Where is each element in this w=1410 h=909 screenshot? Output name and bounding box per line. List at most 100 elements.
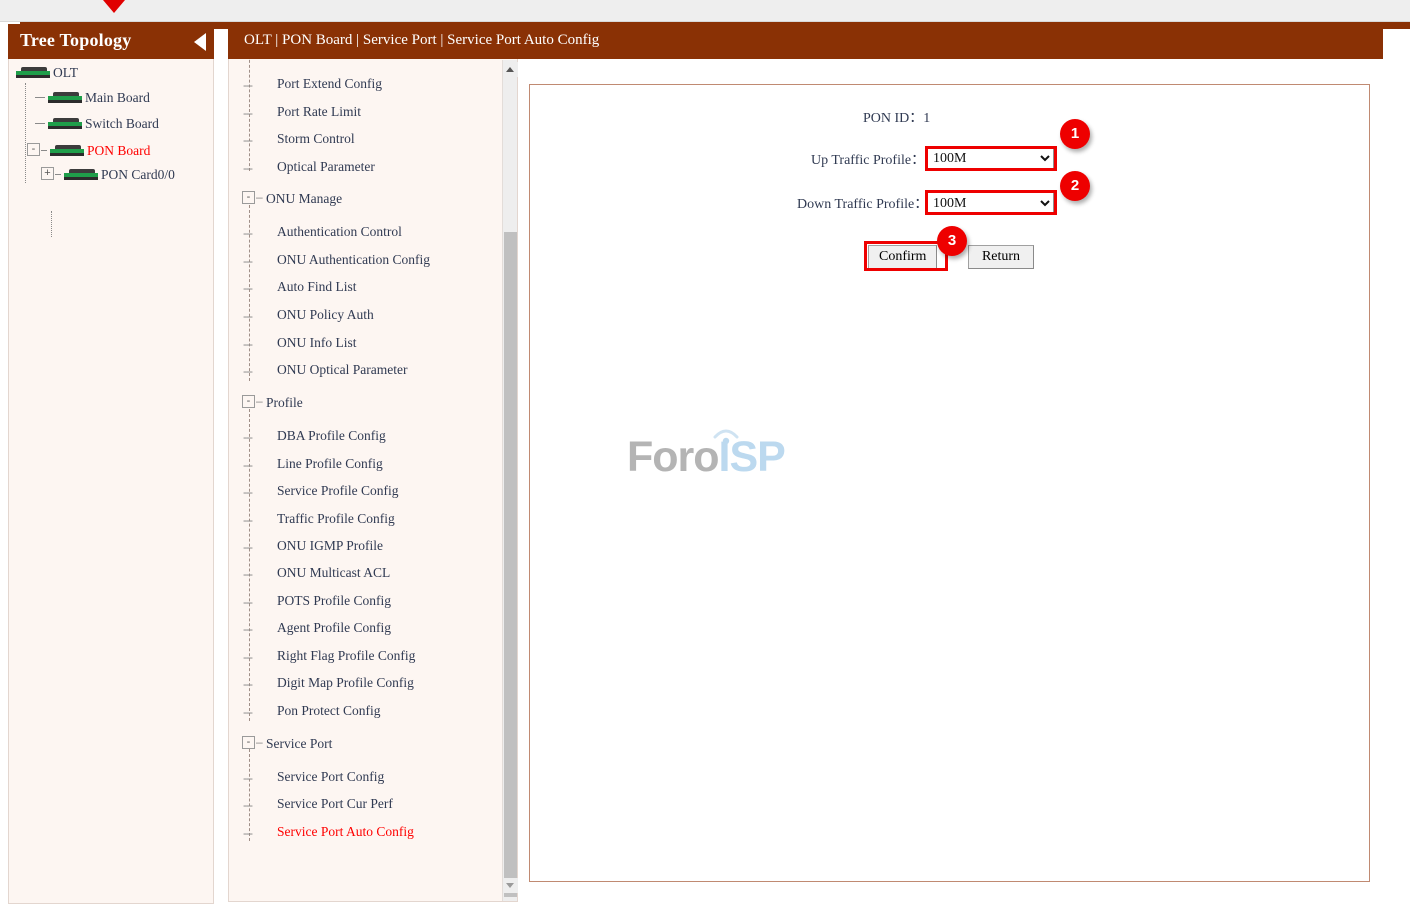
menu-item-service-port-config[interactable]: Service Port Config (277, 769, 384, 785)
menu-item-onu-igmp-profile[interactable]: ONU IGMP Profile (277, 538, 383, 554)
menu-branch-icon: --- (243, 281, 253, 295)
device-icon (47, 92, 83, 103)
menu-branch-icon: --- (243, 622, 253, 636)
content-panel: PON ID：1 Up Traffic Profile： 100M Down T… (529, 84, 1370, 882)
tree-toggle-pon-board[interactable]: - (27, 143, 40, 156)
menu-branch-icon: --- (243, 254, 253, 268)
pon-id-separator: ： (909, 111, 924, 126)
menu-toggle-profile[interactable]: - (242, 395, 255, 408)
menu-item-right-flag-profile-config[interactable]: Right Flag Profile Config (277, 648, 415, 664)
tree-node-label: Switch Board (85, 116, 159, 131)
menu-branch-icon: --- (243, 705, 253, 719)
menu-branch-icon: --- (243, 513, 253, 527)
menu-item-optical-parameter[interactable]: Optical Parameter (277, 159, 375, 175)
device-icon (15, 67, 51, 78)
menu-item-dba-profile-config[interactable]: DBA Profile Config (277, 428, 386, 444)
menu-branch-icon: --- (243, 161, 253, 175)
menu-item-storm-control[interactable]: Storm Control (277, 131, 355, 147)
menu-item-port-rate-limit[interactable]: Port Rate Limit (277, 104, 361, 120)
menu-item-line-profile-config[interactable]: Line Profile Config (277, 456, 383, 472)
menu-item-auto-find-list[interactable]: Auto Find List (277, 279, 357, 295)
tree-toggle-pon-card[interactable]: + (41, 167, 54, 180)
menu-item-service-port-cur-perf[interactable]: Service Port Cur Perf (277, 796, 393, 812)
triangle-up-icon (506, 67, 514, 72)
tree-node-label: PON Card0/0 (101, 167, 175, 182)
top-strip (0, 0, 1410, 22)
tree-topology-panel: Tree Topology OLT Main Board Switch Boar… (8, 24, 214, 904)
menu-branch-icon: --- (243, 567, 253, 581)
menu-branch-icon: --- (243, 133, 253, 147)
menu-toggle-service-port[interactable]: - (242, 736, 255, 749)
navigation-menu: --- Port Extend Config --- Port Rate Lim… (228, 59, 518, 902)
menu-group-service-port[interactable]: Service Port (266, 736, 332, 752)
breadcrumb-bar: OLT | PON Board | Service Port | Service… (228, 24, 1383, 59)
menu-branch-icon: --- (243, 226, 253, 240)
scroll-up-button[interactable] (503, 62, 518, 77)
tree-connector (25, 83, 26, 183)
menu-group-onu-manage[interactable]: ONU Manage (266, 191, 342, 207)
menu-branch-icon: --- (243, 826, 253, 840)
menu-item-onu-policy-auth[interactable]: ONU Policy Auth (277, 307, 374, 323)
up-traffic-profile-select[interactable]: 100M (926, 147, 1054, 169)
menu-item-digit-map-profile-config[interactable]: Digit Map Profile Config (277, 675, 414, 691)
triangle-left-icon[interactable] (194, 33, 206, 51)
menu-scrollbar[interactable] (502, 60, 518, 901)
menu-branch-icon: --- (243, 595, 253, 609)
menu-branch-icon: --- (243, 485, 253, 499)
down-traffic-profile-select[interactable]: 100M (926, 192, 1054, 214)
pon-id-label: PON ID (863, 111, 910, 126)
confirm-button[interactable]: Confirm (868, 245, 938, 269)
tree-node-label: OLT (53, 65, 79, 80)
menu-branch-icon: --- (243, 458, 253, 472)
device-icon (47, 118, 83, 129)
watermark-text-foro: Foro (627, 433, 720, 481)
menu-branch-icon: --- (243, 677, 253, 691)
down-traffic-profile-label-group: Down Traffic Profile： (797, 193, 928, 213)
tree-node-label: PON Board (87, 143, 151, 158)
menu-branch-icon: – (256, 394, 263, 408)
pon-id-row: PON ID：1 (863, 107, 930, 127)
tree-node-olt[interactable]: OLT (15, 65, 78, 81)
menu-branch-icon: --- (243, 771, 253, 785)
menu-item-traffic-profile-config[interactable]: Traffic Profile Config (277, 511, 395, 527)
menu-item-onu-optical-parameter[interactable]: ONU Optical Parameter (277, 362, 407, 378)
wifi-arc-icon (713, 429, 739, 445)
tree-node-label: Main Board (85, 90, 150, 105)
foroisp-watermark: ForoISP (627, 415, 827, 495)
tree-connector (55, 174, 61, 175)
menu-item-authentication-control[interactable]: Authentication Control (277, 224, 402, 240)
device-icon (49, 145, 85, 156)
menu-item-onu-info-list[interactable]: ONU Info List (277, 335, 357, 351)
scrollbar-thumb[interactable] (504, 232, 517, 897)
menu-branch-icon: --- (243, 540, 253, 554)
menu-branch-icon: --- (243, 78, 253, 92)
watermark-text: ForoISP (627, 433, 786, 482)
menu-item-onu-authentication-config[interactable]: ONU Authentication Config (277, 252, 430, 268)
up-traffic-profile-separator: ： (911, 153, 926, 168)
up-traffic-profile-label-group: Up Traffic Profile： (811, 149, 925, 169)
scroll-down-button[interactable] (503, 878, 518, 893)
navigation-menu-inner: --- Port Extend Config --- Port Rate Lim… (229, 59, 501, 901)
tree-topology-title: Tree Topology (20, 30, 132, 50)
tree-topology-header: Tree Topology (8, 24, 214, 59)
triangle-down-icon (506, 883, 514, 888)
menu-branch-icon: --- (243, 798, 253, 812)
menu-toggle-onu-manage[interactable]: - (242, 191, 255, 204)
tree-node-main-board[interactable]: Main Board (47, 90, 150, 106)
menu-item-pots-profile-config[interactable]: POTS Profile Config (277, 593, 391, 609)
menu-group-profile[interactable]: Profile (266, 395, 303, 411)
menu-branch-icon: --- (243, 430, 253, 444)
menu-item-service-profile-config[interactable]: Service Profile Config (277, 483, 398, 499)
tree-node-pon-board[interactable]: PON Board (49, 143, 150, 159)
menu-item-pon-protect-config[interactable]: Pon Protect Config (277, 703, 381, 719)
menu-branch-icon: --- (243, 337, 253, 351)
menu-item-onu-multicast-acl[interactable]: ONU Multicast ACL (277, 565, 390, 581)
tree-node-switch-board[interactable]: Switch Board (47, 116, 159, 132)
pon-id-value: 1 (923, 111, 931, 126)
down-traffic-profile-label: Down Traffic Profile (797, 197, 915, 212)
tree-node-pon-card[interactable]: PON Card0/0 (63, 167, 175, 183)
menu-item-agent-profile-config[interactable]: Agent Profile Config (277, 620, 391, 636)
return-button[interactable]: Return (968, 245, 1034, 269)
menu-item-port-extend-config[interactable]: Port Extend Config (277, 76, 382, 92)
menu-item-service-port-auto-config[interactable]: Service Port Auto Config (277, 824, 414, 840)
